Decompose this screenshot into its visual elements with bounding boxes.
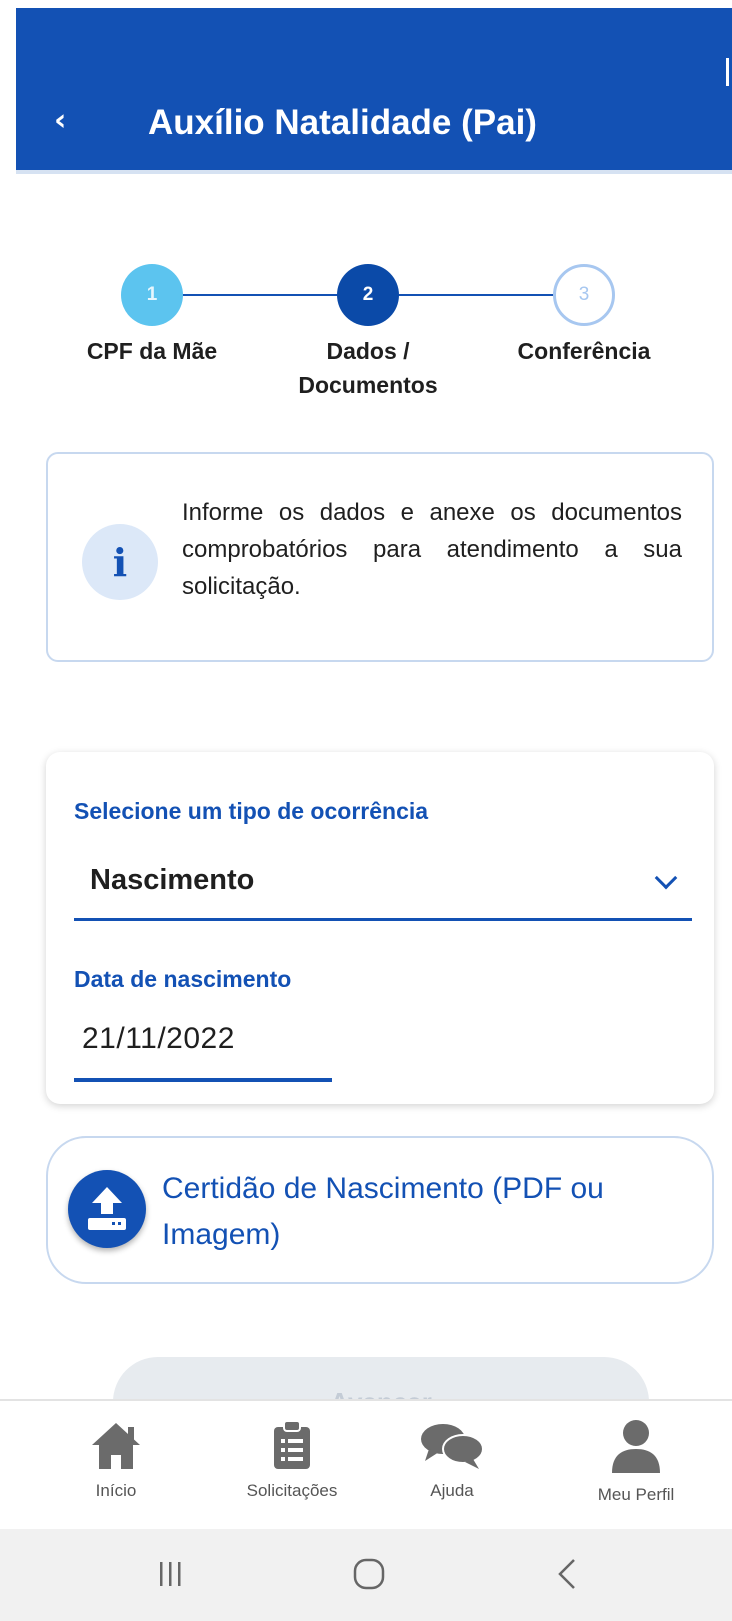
nav-item-profile[interactable]: Meu Perfil <box>556 1419 716 1505</box>
home-circle-icon[interactable] <box>352 1557 386 1591</box>
header-divider <box>16 170 732 174</box>
birth-date-label: Data de nascimento <box>74 966 292 992</box>
nav-item-requests[interactable]: Solicitações <box>212 1419 372 1501</box>
home-icon <box>92 1423 140 1469</box>
birth-date-input[interactable]: 21/11/2022 <box>82 1022 235 1056</box>
upload-icon <box>68 1170 146 1248</box>
bottom-navigation: Início Solicitações Ajuda Meu Perfil <box>0 1399 732 1529</box>
system-navigation-bar <box>0 1529 732 1621</box>
chevron-down-icon[interactable] <box>654 866 678 890</box>
upload-birth-certificate-button[interactable]: Certidão de Nascimento (PDF ou Imagem) <box>46 1136 714 1284</box>
info-card: i Informe os dados e anexe os documentos… <box>46 452 714 662</box>
nav-label: Solicitações <box>246 1481 338 1500</box>
progress-stepper: 1 2 3 CPF da Mãe Dados / Documentos Conf… <box>0 258 732 418</box>
date-underline <box>74 1078 332 1082</box>
step-1-label: CPF da Mãe <box>86 338 218 364</box>
step-2-circle: 2 <box>337 264 399 326</box>
nav-label: Ajuda <box>430 1481 474 1500</box>
nav-label: Meu Perfil <box>597 1485 675 1504</box>
step-3-circle: 3 <box>553 264 615 326</box>
nav-item-help[interactable]: Ajuda <box>372 1419 532 1501</box>
step-1-circle[interactable]: 1 <box>121 264 183 326</box>
occurrence-type-select[interactable]: Nascimento <box>90 864 254 897</box>
nav-item-home[interactable]: Início <box>36 1419 196 1501</box>
upload-label: Certidão de Nascimento (PDF ou Imagem) <box>162 1172 604 1251</box>
select-underline <box>74 918 692 921</box>
info-message: Informe os dados e anexe os documentos c… <box>182 499 682 600</box>
step-connector <box>398 294 558 296</box>
clipboard-icon <box>274 1420 310 1469</box>
page-title: Auxílio Natalidade (Pai) <box>148 103 537 142</box>
chat-icon <box>421 1424 484 1469</box>
user-icon <box>612 1420 660 1473</box>
recent-apps-icon[interactable] <box>156 1559 186 1589</box>
step-2-label: Dados / Documentos <box>298 338 438 398</box>
nav-label: Início <box>95 1481 137 1500</box>
step-connector <box>182 294 342 296</box>
status-indicator <box>726 58 729 86</box>
occurrence-type-label: Selecione um tipo de ocorrência <box>74 798 429 824</box>
form-card: Selecione um tipo de ocorrência Nascimen… <box>46 752 714 1104</box>
step-3-label: Conferência <box>517 338 651 364</box>
chevron-left-icon[interactable]: ‹ <box>54 103 66 138</box>
back-icon[interactable] <box>552 1557 582 1591</box>
app-header: ‹ Auxílio Natalidade (Pai) <box>16 8 732 172</box>
info-icon: i <box>82 524 158 600</box>
